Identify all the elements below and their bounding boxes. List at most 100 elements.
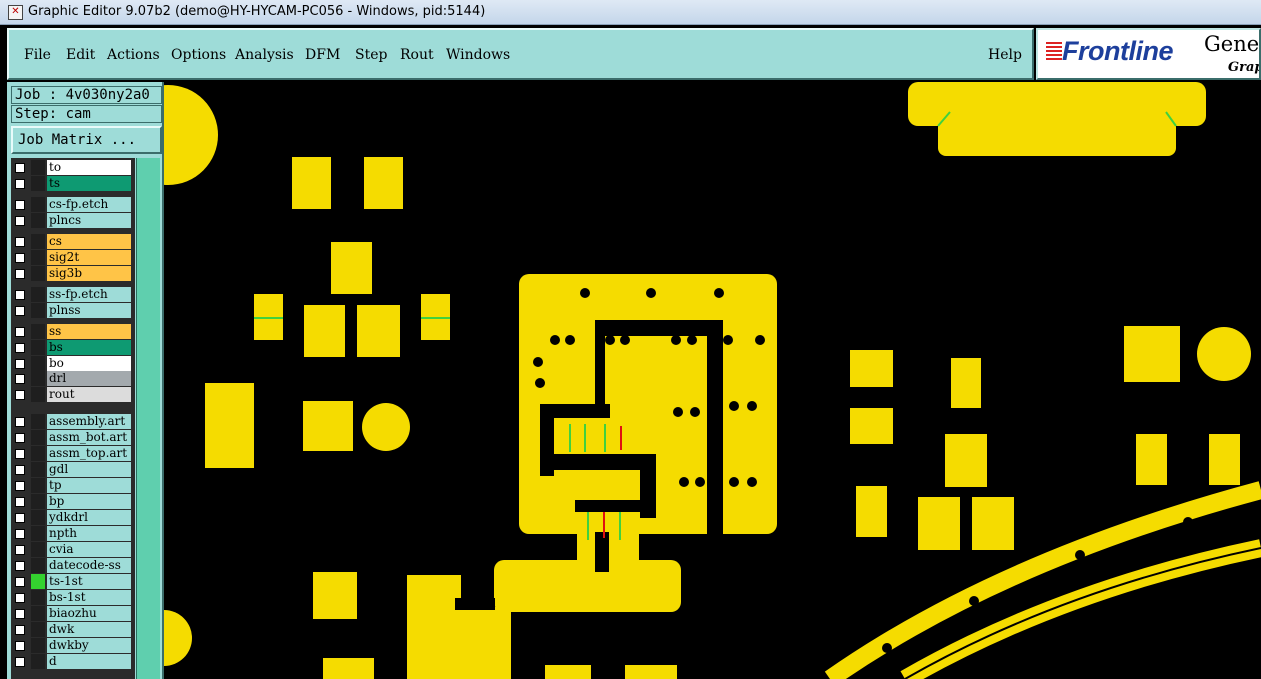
layer-row-plnss[interactable]: plnss (11, 303, 135, 318)
layer-row-tp[interactable]: tp (11, 478, 135, 493)
layer-name[interactable]: datecode-ss (47, 558, 131, 573)
layer-row-gdl[interactable]: gdl (11, 462, 135, 477)
layer-row-bp[interactable]: bp (11, 494, 135, 509)
layer-checkbox[interactable] (15, 200, 25, 210)
layer-row-drl[interactable]: drl (11, 371, 135, 386)
layer-row-assm-bot-art[interactable]: assm_bot.art (11, 430, 135, 445)
job-matrix-button[interactable]: Job Matrix ... (11, 126, 162, 154)
layer-checkbox[interactable] (15, 390, 25, 400)
layer-name[interactable]: rout (47, 387, 131, 402)
layer-row-datecode-ss[interactable]: datecode-ss (11, 558, 135, 573)
layer-row-dwkby[interactable]: dwkby (11, 638, 135, 653)
layer-checkbox[interactable] (15, 163, 25, 173)
layer-name[interactable]: ts (47, 176, 131, 191)
layer-name[interactable]: gdl (47, 462, 131, 477)
layer-row-sig2t[interactable]: sig2t (11, 250, 135, 265)
layer-row-npth[interactable]: npth (11, 526, 135, 541)
layer-checkbox[interactable] (15, 237, 25, 247)
layer-checkbox[interactable] (15, 327, 25, 337)
layer-row-ts-1st[interactable]: ts-1st (11, 574, 135, 589)
layer-name[interactable]: biaozhu (47, 606, 131, 621)
menu-analysis[interactable]: Analysis (235, 47, 294, 63)
layer-checkbox[interactable] (15, 269, 25, 279)
menu-windows[interactable]: Windows (446, 47, 510, 63)
layer-row-plncs[interactable]: plncs (11, 213, 135, 228)
layer-checkbox[interactable] (15, 577, 25, 587)
layer-row-rout[interactable]: rout (11, 387, 135, 402)
layer-checkbox[interactable] (15, 290, 25, 300)
layer-row-ss[interactable]: ss (11, 324, 135, 339)
menu-dfm[interactable]: DFM (305, 47, 340, 63)
layer-checkbox[interactable] (15, 513, 25, 523)
layer-row-assm-top-art[interactable]: assm_top.art (11, 446, 135, 461)
layer-list-scrollbar[interactable] (136, 158, 160, 679)
layer-row-assembly-art[interactable]: assembly.art (11, 414, 135, 429)
layer-checkbox[interactable] (15, 449, 25, 459)
layer-checkbox[interactable] (15, 433, 25, 443)
layer-name[interactable]: bp (47, 494, 131, 509)
layer-name[interactable]: cvia (47, 542, 131, 557)
layer-name[interactable]: npth (47, 526, 131, 541)
layer-checkbox[interactable] (15, 545, 25, 555)
layer-name[interactable]: bo (47, 356, 131, 371)
layer-name[interactable]: assm_top.art (47, 446, 131, 461)
layer-row-ts[interactable]: ts (11, 176, 135, 191)
layer-checkbox[interactable] (15, 561, 25, 571)
layer-name[interactable]: dwk (47, 622, 131, 637)
menu-edit[interactable]: Edit (66, 47, 95, 63)
layer-checkbox[interactable] (15, 306, 25, 316)
layer-row-dwk[interactable]: dwk (11, 622, 135, 637)
layer-name[interactable]: dwkby (47, 638, 131, 653)
layer-checkbox[interactable] (15, 609, 25, 619)
layer-checkbox[interactable] (15, 481, 25, 491)
layer-name[interactable]: bs (47, 340, 131, 355)
layer-row-cs[interactable]: cs (11, 234, 135, 249)
layer-row-bs-1st[interactable]: bs-1st (11, 590, 135, 605)
layer-name[interactable]: sig3b (47, 266, 131, 281)
layer-checkbox[interactable] (15, 359, 25, 369)
layer-row-bo[interactable]: bo (11, 356, 135, 371)
layer-name[interactable]: assm_bot.art (47, 430, 131, 445)
layer-checkbox[interactable] (15, 417, 25, 427)
layer-row-ydkdrl[interactable]: ydkdrl (11, 510, 135, 525)
pcb-graphic-canvas[interactable] (164, 82, 1261, 679)
menu-actions[interactable]: Actions (107, 47, 160, 63)
layer-name[interactable]: plncs (47, 213, 131, 228)
layer-row-to[interactable]: to (11, 160, 135, 175)
menu-rout[interactable]: Rout (400, 47, 434, 63)
menu-step[interactable]: Step (355, 47, 387, 63)
layer-name[interactable]: cs-fp.etch (47, 197, 131, 212)
layer-checkbox[interactable] (15, 593, 25, 603)
layer-row-biaozhu[interactable]: biaozhu (11, 606, 135, 621)
layer-checkbox[interactable] (15, 343, 25, 353)
layer-checkbox[interactable] (15, 465, 25, 475)
layer-name[interactable]: plnss (47, 303, 131, 318)
layer-name[interactable]: to (47, 160, 131, 175)
layer-name[interactable]: drl (47, 371, 131, 386)
layer-row-cs-fp-etch[interactable]: cs-fp.etch (11, 197, 135, 212)
layer-name[interactable]: bs-1st (47, 590, 131, 605)
layer-row-cvia[interactable]: cvia (11, 542, 135, 557)
menu-file[interactable]: File (24, 47, 51, 63)
layer-row-d[interactable]: d (11, 654, 135, 669)
layer-checkbox[interactable] (15, 253, 25, 263)
layer-row-ss-fp-etch[interactable]: ss-fp.etch (11, 287, 135, 302)
layer-row-sig3b[interactable]: sig3b (11, 266, 135, 281)
layer-row-bs[interactable]: bs (11, 340, 135, 355)
layer-name[interactable]: ts-1st (47, 574, 131, 589)
layer-name[interactable]: d (47, 654, 131, 669)
layer-checkbox[interactable] (15, 625, 25, 635)
layer-checkbox[interactable] (15, 529, 25, 539)
layer-checkbox[interactable] (15, 497, 25, 507)
layer-name[interactable]: ydkdrl (47, 510, 131, 525)
layer-checkbox[interactable] (15, 641, 25, 651)
layer-checkbox[interactable] (15, 179, 25, 189)
layer-name[interactable]: assembly.art (47, 414, 131, 429)
layer-name[interactable]: sig2t (47, 250, 131, 265)
layer-checkbox[interactable] (15, 657, 25, 667)
layer-checkbox[interactable] (15, 374, 25, 384)
layer-checkbox[interactable] (15, 216, 25, 226)
layer-name[interactable]: ss-fp.etch (47, 287, 131, 302)
layer-name[interactable]: cs (47, 234, 131, 249)
menu-options[interactable]: Options (171, 47, 226, 63)
